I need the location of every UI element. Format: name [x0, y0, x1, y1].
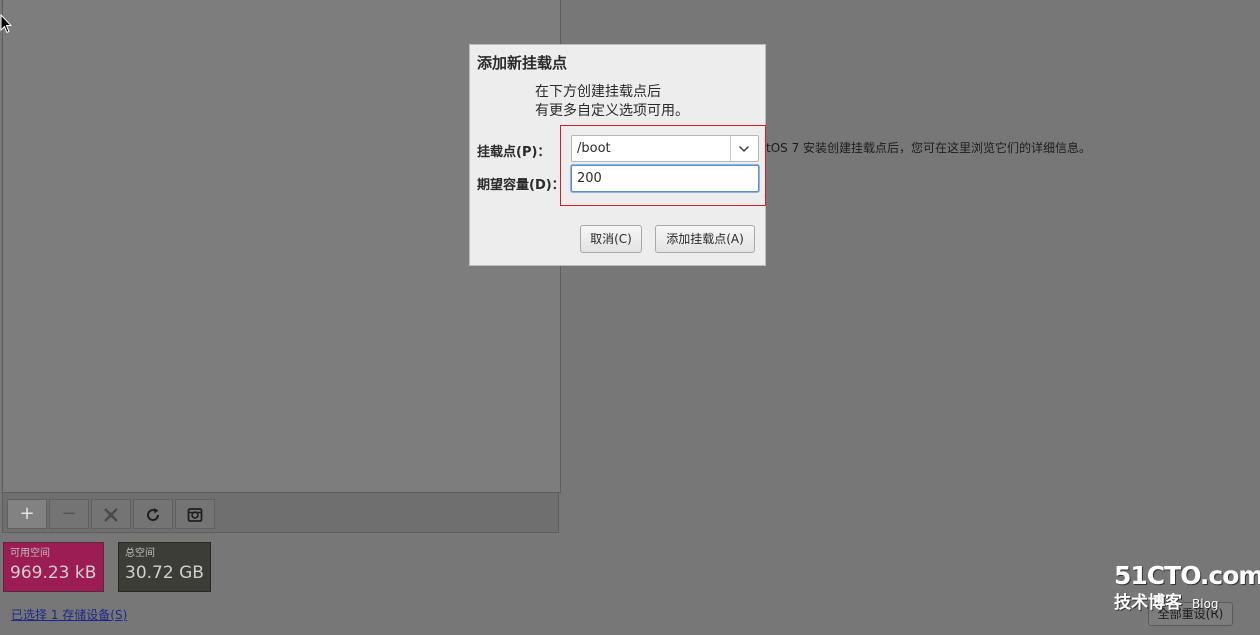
- watermark-logo: 51CTO.com 技术博客 Blog: [1114, 560, 1260, 620]
- dialog-title: 添加新挂载点: [477, 54, 568, 72]
- screen: + − 可用空间 969.23 kB 总空间 30.72 GB 已选择 1 存储…: [0, 0, 1260, 635]
- mount-point-combobox[interactable]: /boot: [571, 135, 759, 162]
- unlock-icon: [187, 508, 203, 522]
- free-space-label: 可用空间: [10, 548, 50, 559]
- mouse-cursor-icon: [0, 14, 12, 34]
- add-mount-point-button[interactable]: +: [7, 499, 47, 529]
- remove-mount-point-button[interactable]: −: [49, 499, 89, 529]
- capacity-label: 期望容量(D)：: [477, 178, 565, 193]
- capacity-input[interactable]: [571, 165, 759, 192]
- watermark-blog: Blog: [1192, 597, 1219, 611]
- mount-point-info-text: tOS 7 安装创建挂载点后，您可在这里浏览它们的详细信息。: [766, 141, 1092, 155]
- watermark-brand: 51CTO.com: [1114, 561, 1260, 590]
- dialog-description-line2: 有更多自定义选项可用。: [535, 103, 689, 119]
- total-space-label: 总空间: [125, 548, 155, 559]
- refresh-icon: [147, 508, 160, 521]
- mount-point-toolbar: + −: [2, 493, 559, 533]
- free-space-indicator: 可用空间 969.23 kB: [3, 542, 104, 592]
- chevron-down-icon[interactable]: [738, 143, 750, 155]
- cancel-button[interactable]: 取消(C): [580, 225, 642, 253]
- add-mount-point-confirm-button[interactable]: 添加挂载点(A): [655, 225, 755, 253]
- configure-button[interactable]: [91, 499, 131, 529]
- add-mount-point-dialog: 添加新挂载点 在下方创建挂载点后 有更多自定义选项可用。 挂载点(P)： 期望容…: [469, 44, 766, 266]
- dialog-description: 在下方创建挂载点后 有更多自定义选项可用。: [535, 83, 689, 121]
- mount-point-label: 挂载点(P)：: [477, 145, 551, 160]
- selected-storage-link[interactable]: 已选择 1 存储设备(S): [11, 606, 127, 623]
- watermark-subtitle: 技术博客 Blog: [1114, 592, 1244, 615]
- configure-icon: [104, 508, 118, 522]
- mount-point-value: /boot: [577, 141, 611, 156]
- free-space-value: 969.23 kB: [10, 563, 97, 583]
- unlock-button[interactable]: [175, 499, 215, 529]
- remove-icon: −: [61, 503, 77, 524]
- total-space-value: 30.72 GB: [125, 563, 204, 583]
- total-space-indicator: 总空间 30.72 GB: [118, 542, 211, 592]
- watermark-subtitle-text: 技术博客: [1114, 593, 1182, 613]
- refresh-button[interactable]: [133, 499, 173, 529]
- combo-divider: [730, 136, 731, 161]
- add-icon: +: [19, 503, 35, 524]
- dialog-description-line1: 在下方创建挂载点后: [535, 84, 661, 100]
